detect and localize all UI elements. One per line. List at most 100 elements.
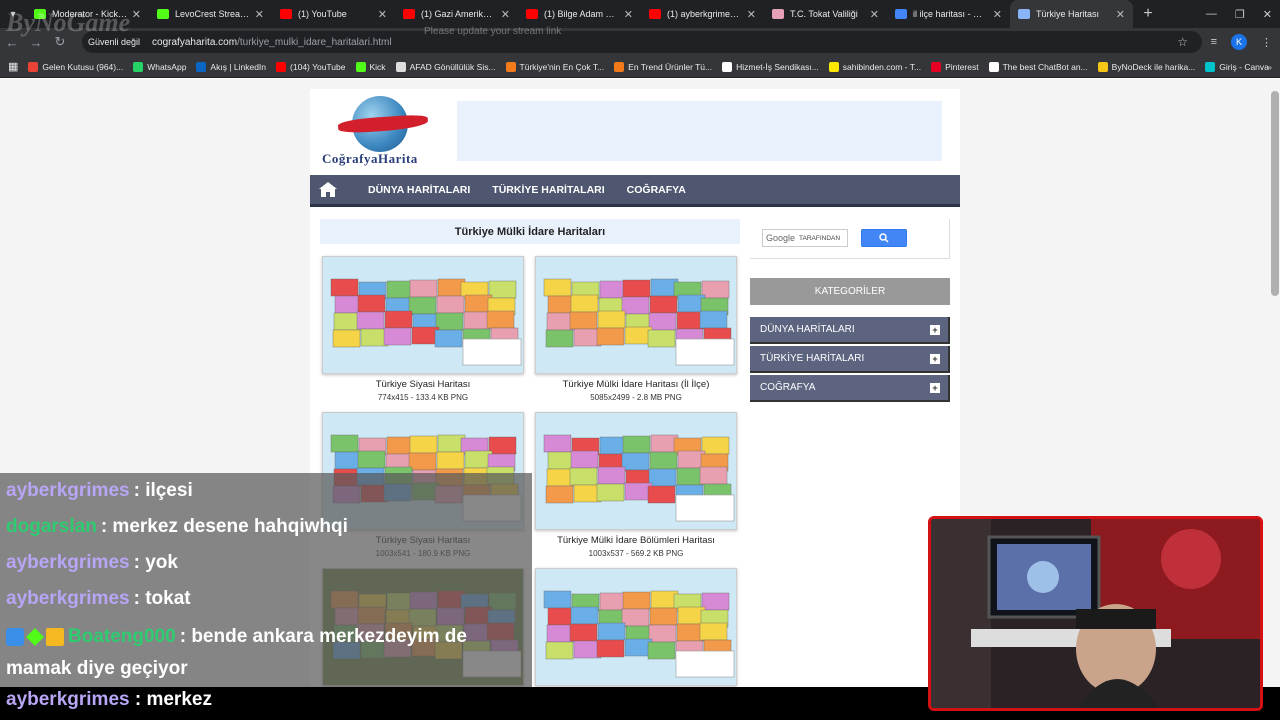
bookmark-label: Kick	[369, 61, 386, 72]
map-card[interactable]: Türkiye Mülki İdare Bölümleri Haritası 10…	[535, 412, 737, 558]
kategori-cografya[interactable]: COĞRAFYA +	[750, 375, 950, 402]
chat-username: dogarslan	[6, 516, 97, 537]
nav-turkiye-haritalari[interactable]: TÜRKİYE HARİTALARI	[492, 184, 604, 196]
new-tab-icon[interactable]: +	[1133, 5, 1163, 23]
tab-title: LevoCrest Stream - W	[175, 9, 251, 19]
bookmark-item[interactable]: Gelen Kutusu (964)...	[28, 61, 123, 72]
tab-close-icon[interactable]: ✕	[870, 8, 879, 21]
tab-close-icon[interactable]: ✕	[255, 8, 264, 21]
tab-close-icon[interactable]: ✕	[132, 8, 141, 21]
bookmark-label: Akış | LinkedIn	[210, 61, 267, 72]
tab-close-icon[interactable]: ✕	[1116, 8, 1125, 21]
bookmark-item[interactable]: Akış | LinkedIn	[196, 61, 267, 72]
search-placeholder: TARAFINDAN	[799, 234, 841, 242]
bookmark-label: AFAD Gönüllülük Sis...	[409, 61, 496, 72]
search-button[interactable]	[861, 229, 907, 247]
close-window-icon[interactable]: ✕	[1263, 8, 1272, 21]
map-thumbnail[interactable]	[535, 412, 737, 530]
nav-dunya-haritalari[interactable]: DÜNYA HARİTALARI	[368, 184, 470, 196]
browser-tab[interactable]: (1) YouTube ✕	[272, 0, 395, 28]
kategori-dunya[interactable]: DÜNYA HARİTALARI +	[750, 317, 950, 344]
map-card-title[interactable]: Türkiye Siyasi Haritası	[322, 379, 524, 390]
bookmark-item[interactable]: Giriş - Canva	[1205, 61, 1269, 72]
minimize-icon[interactable]: —	[1206, 8, 1217, 20]
bookmark-item[interactable]: The best ChatBot an...	[988, 61, 1088, 72]
browser-tab[interactable]: LevoCrest Stream - W ✕	[149, 0, 272, 28]
bookmark-star-icon[interactable]: ☆	[1177, 35, 1188, 49]
map-card-title[interactable]: Türkiye Mülki İdare Haritası (İl İlçe)	[535, 379, 737, 390]
home-icon[interactable]	[310, 174, 346, 206]
main-nav: DÜNYA HARİTALARI TÜRKİYE HARİTALARI COĞR…	[310, 175, 960, 207]
bookmark-label: Türkiye'nin En Çok T...	[519, 61, 605, 72]
map-card[interactable]	[535, 568, 737, 691]
tab-favicon-icon	[895, 9, 907, 19]
map-card[interactable]: Türkiye Mülki İdare Haritası (İl İlçe) 50…	[535, 256, 737, 402]
bookmark-item[interactable]: (104) YouTube	[276, 61, 346, 72]
bookmark-item[interactable]: Hizmet-İş Sendikası...	[722, 61, 819, 72]
browser-tab[interactable]: (1) Bilge Adam Reis - ✕	[518, 0, 641, 28]
bookmark-item[interactable]: AFAD Gönüllülük Sis...	[395, 61, 496, 72]
bookmark-label: The best ChatBot an...	[1002, 61, 1088, 72]
tab-close-icon[interactable]: ✕	[624, 8, 633, 21]
browser-tab[interactable]: T.C. Tokat Valiliği ✕	[764, 0, 887, 28]
bookmark-item[interactable]: Türkiye'nin En Çok T...	[505, 61, 605, 72]
chat-username: ayberkgrimes	[6, 689, 130, 710]
chat-username: ayberkgrimes	[6, 480, 130, 501]
window-controls: — ❐ ✕	[1206, 0, 1272, 28]
tab-close-icon[interactable]: ✕	[501, 8, 510, 21]
bookmark-favicon-icon	[988, 61, 999, 72]
profile-avatar[interactable]: K	[1231, 34, 1247, 50]
map-thumbnail[interactable]	[535, 568, 737, 686]
chat-text: tokat	[145, 588, 191, 609]
expand-icon[interactable]: +	[930, 383, 940, 393]
bookmark-label: sahibinden.com - T...	[842, 61, 922, 72]
bookmark-item[interactable]: sahibinden.com - T...	[828, 61, 922, 72]
browser-tab[interactable]: il ilçe haritası - Goog ✕	[887, 0, 1010, 28]
tab-title: T.C. Tokat Valiliği	[790, 9, 858, 19]
bookmark-item[interactable]: Kick	[355, 61, 386, 72]
more-bookmarks-icon[interactable]: »	[1267, 62, 1272, 72]
map-card[interactable]: Türkiye Siyasi Haritası 774x415 - 133.4 K…	[322, 256, 524, 402]
bookmark-favicon-icon	[196, 61, 207, 72]
tab-favicon-icon	[1018, 9, 1030, 19]
map-card-title[interactable]: Türkiye Mülki İdare Bölümleri Haritası	[535, 535, 737, 546]
expand-icon[interactable]: +	[930, 354, 940, 364]
bookmark-item[interactable]: Pinterest	[931, 61, 979, 72]
chat-message: ayberkgrimes: ilçesi	[0, 473, 532, 509]
restore-icon[interactable]: ❐	[1235, 8, 1245, 21]
nav-cografya[interactable]: COĞRAFYA	[627, 184, 686, 196]
bookmark-item[interactable]: ByNoDeck ile harika...	[1097, 61, 1195, 72]
browser-tab[interactable]: (1) Gazi Amerikan Ası ✕	[395, 0, 518, 28]
extensions-icon[interactable]: ≡	[1211, 36, 1217, 48]
tab-close-icon[interactable]: ✕	[993, 8, 1002, 21]
tab-title: Türkiye Haritası	[1036, 9, 1100, 19]
chat-text: yok	[145, 552, 178, 573]
apps-icon[interactable]: ▦	[8, 60, 18, 73]
bookmark-favicon-icon	[355, 61, 366, 72]
chat-badges	[6, 627, 64, 646]
tab-close-icon[interactable]: ✕	[378, 8, 387, 21]
map-thumbnail[interactable]	[535, 256, 737, 374]
chat-sep: :	[134, 689, 147, 710]
expand-icon[interactable]: +	[930, 325, 940, 335]
kategori-turkiye[interactable]: TÜRKİYE HARİTALARI +	[750, 346, 950, 373]
chat-username: ayberkgrimes	[6, 552, 130, 573]
site-logo[interactable]: CoğrafyaHarita	[310, 89, 450, 169]
bookmark-favicon-icon	[614, 61, 625, 72]
menu-icon[interactable]: ⋮	[1261, 36, 1272, 49]
chat-sep: :	[100, 516, 113, 537]
search-input[interactable]: Google TARAFINDAN	[762, 229, 848, 247]
scrollbar-thumb[interactable]	[1271, 91, 1279, 296]
address-bar[interactable]: Güvenli değil cografyaharita.com/turkiye…	[82, 31, 1202, 53]
browser-tab[interactable]: Türkiye Haritası ✕	[1010, 0, 1133, 28]
bookmark-item[interactable]: En Trend Ürünler Tü...	[614, 61, 712, 72]
bookmark-item[interactable]: WhatsApp	[133, 61, 186, 72]
browser-tab[interactable]: (1) ayberkgrimes - Yo ✕	[641, 0, 764, 28]
security-indicator[interactable]: Güvenli değil	[88, 37, 140, 47]
badge-icon	[26, 628, 44, 646]
map-thumbnail[interactable]	[322, 256, 524, 374]
chat-text: merkez	[146, 689, 212, 710]
tab-favicon-icon	[157, 9, 169, 19]
category-title: Türkiye Mülki İdare Haritaları	[320, 219, 740, 244]
tab-close-icon[interactable]: ✕	[747, 8, 756, 21]
